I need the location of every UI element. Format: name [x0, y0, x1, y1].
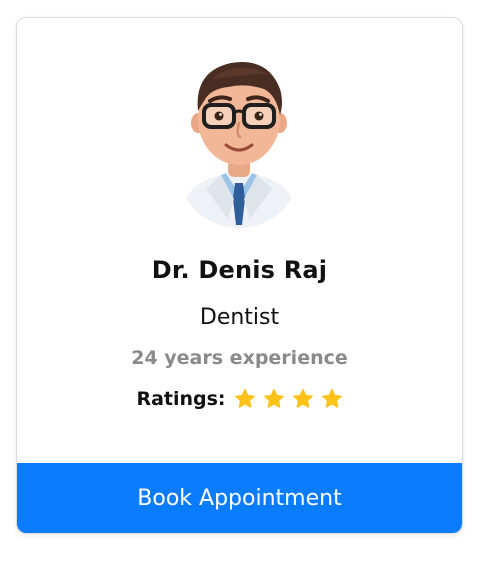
- doctor-name: Dr. Denis Raj: [151, 256, 328, 284]
- star-icon: [292, 388, 313, 408]
- star-icon: [321, 388, 342, 408]
- ratings-label: Ratings:: [136, 388, 226, 410]
- experience-text: 24 years experience: [131, 347, 348, 369]
- doctor-specialty: Dentist: [199, 305, 280, 330]
- ratings-row: Ratings:: [17, 384, 462, 414]
- doctor-avatar: [176, 49, 302, 229]
- star-icon: [234, 388, 255, 408]
- rating-stars: [234, 388, 343, 410]
- star-icon: [263, 388, 284, 408]
- doctor-card: Dr. Denis Raj Dentist 24 years experienc…: [16, 17, 463, 534]
- book-appointment-button[interactable]: Book Appointment: [17, 463, 462, 533]
